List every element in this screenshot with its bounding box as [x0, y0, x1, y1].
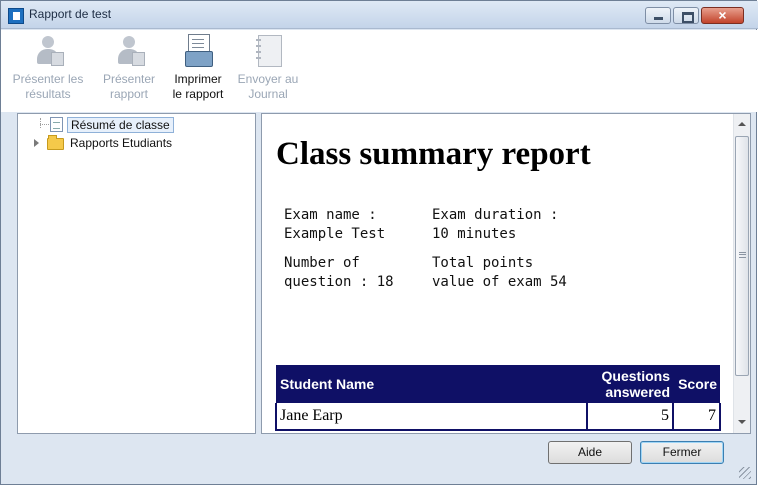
- send-journal-label-1: Envoyer au: [237, 72, 299, 86]
- send-journal-button[interactable]: Envoyer au Journal: [235, 34, 301, 102]
- exam-name-label: Exam name :: [284, 207, 377, 223]
- student-results-icon: [33, 34, 64, 68]
- num-questions-label: Number of: [284, 255, 360, 271]
- tree-item-label: Résumé de classe: [67, 117, 174, 133]
- present-results-label-2: résultats: [25, 87, 71, 101]
- score-cell: 7: [672, 403, 721, 431]
- header-questions-line2: answered: [605, 384, 670, 400]
- help-button[interactable]: Aide: [548, 441, 632, 464]
- exam-duration-label: Exam duration :: [432, 207, 559, 223]
- grip-icon: [739, 252, 746, 258]
- total-points-label: Total points: [432, 255, 534, 271]
- expand-arrow-icon[interactable]: [34, 139, 39, 147]
- present-report-label-2: rapport: [109, 87, 149, 101]
- resize-grip-icon[interactable]: [739, 467, 751, 479]
- printer-icon: [183, 34, 213, 68]
- print-report-label-2: le rapport: [172, 87, 224, 101]
- report-tree[interactable]: Résumé de classe Rapports Etudiants: [17, 113, 256, 434]
- tree-item-class-summary[interactable]: Résumé de classe: [18, 116, 218, 133]
- folder-icon: [47, 135, 64, 150]
- window-title: Rapport de test: [29, 7, 112, 21]
- scrollbar-thumb[interactable]: [735, 136, 749, 376]
- questions-answered-cell: 5: [586, 403, 674, 431]
- exam-name-value: Example Test: [284, 226, 386, 242]
- close-icon: ×: [718, 7, 727, 23]
- report-preview[interactable]: Class summary report Exam name : Example…: [261, 113, 751, 434]
- student-report-icon: [114, 34, 145, 68]
- tree-item-student-reports[interactable]: Rapports Etudiants: [18, 135, 218, 152]
- title-bar[interactable]: Rapport de test ×: [1, 1, 758, 29]
- app-icon: [8, 8, 24, 24]
- present-report-button[interactable]: Présenter rapport: [97, 34, 161, 102]
- toolbar: Présenter les résultats Présenter rappor…: [1, 30, 758, 112]
- report-window: Rapport de test × Présenter les résultat…: [0, 0, 758, 485]
- header-score: Score: [673, 365, 720, 403]
- report-title: Class summary report: [276, 136, 591, 172]
- tree-item-label: Rapports Etudiants: [70, 136, 173, 150]
- print-report-label-1: Imprimer: [174, 72, 222, 86]
- scroll-up-arrow-icon[interactable]: [738, 122, 746, 126]
- maximize-button[interactable]: [673, 7, 699, 24]
- close-button[interactable]: Fermer: [640, 441, 724, 464]
- header-student-name: Student Name: [276, 365, 587, 403]
- table-header-row: Student Name Questions answered Score: [276, 365, 720, 403]
- report-document: Class summary report Exam name : Example…: [262, 114, 733, 433]
- exam-duration-value: 10 minutes: [432, 226, 517, 242]
- minimize-button[interactable]: [645, 7, 671, 24]
- print-report-button[interactable]: Imprimer le rapport: [165, 34, 231, 102]
- vertical-scrollbar[interactable]: [733, 114, 750, 433]
- num-questions-value: question : 18: [284, 274, 394, 290]
- student-name-cell: Jane Earp: [275, 403, 588, 431]
- document-icon: [50, 117, 63, 132]
- present-report-label-1: Présenter: [102, 72, 156, 86]
- scroll-down-arrow-icon[interactable]: [738, 420, 746, 424]
- total-points-value: value of exam 54: [432, 274, 567, 290]
- present-results-label-1: Présenter les: [12, 72, 84, 86]
- journal-icon: [253, 34, 283, 68]
- present-results-button[interactable]: Présenter les résultats: [3, 34, 93, 102]
- close-window-button[interactable]: ×: [701, 7, 744, 24]
- header-questions-answered: Questions answered: [587, 365, 673, 403]
- table-row: Jane Earp 5 7: [275, 403, 721, 431]
- header-questions-line1: Questions: [601, 368, 670, 384]
- send-journal-label-2: Journal: [248, 87, 288, 101]
- students-table: Student Name Questions answered Score Ja…: [275, 365, 721, 431]
